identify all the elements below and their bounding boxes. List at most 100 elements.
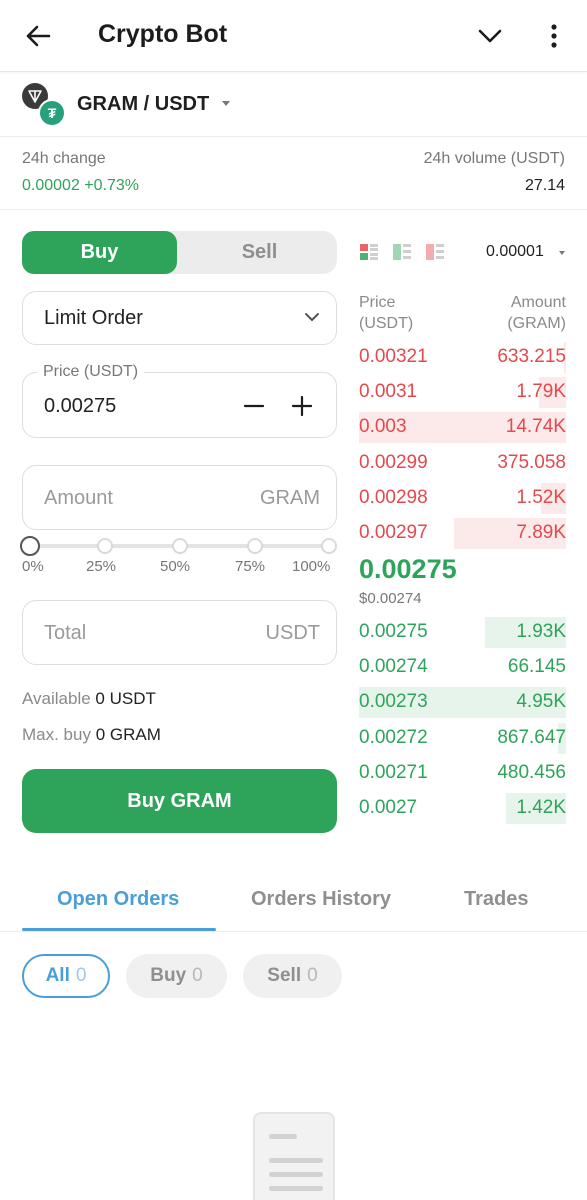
ask-price: 0.00297 (359, 522, 428, 543)
amount-header-line1: Amount (510, 294, 566, 311)
ask-price: 0.00298 (359, 486, 428, 508)
decrement-icon[interactable] (239, 391, 269, 421)
available-value: 0 USDT (95, 689, 156, 708)
price-field[interactable]: Price (USDT) 0.00275 (22, 363, 337, 438)
bid-amount: 867.647 (497, 726, 566, 748)
filter-sell-count: 0 (307, 965, 318, 986)
bid-row[interactable]: 0.00273 4.95K (359, 687, 566, 719)
last-price: 0.00275 (359, 554, 457, 584)
orderbook-price-header: Price (USDT) (359, 292, 413, 334)
buy-gram-button[interactable]: Buy GRAM (22, 769, 337, 833)
slider-label-50: 50% (160, 558, 191, 575)
volume-label: 24h volume (USDT) (423, 150, 565, 167)
available-balance: Available 0 USDT (22, 689, 156, 709)
filter-buy-count: 0 (192, 965, 203, 986)
price-label: Price (USDT) (37, 363, 145, 381)
filter-all-label: All (45, 965, 70, 986)
bid-row[interactable]: 0.00271 480.456 (359, 758, 566, 789)
usdt-coin-icon: ₮ (38, 99, 66, 127)
total-field[interactable]: Total USDT (22, 600, 337, 665)
back-arrow-icon[interactable] (20, 18, 56, 54)
total-unit: USDT (265, 622, 320, 644)
orderbook-asks-icon[interactable] (425, 242, 445, 262)
bid-amount: 66.145 (507, 656, 566, 678)
ask-row[interactable]: 0.003 14.74K (359, 412, 566, 444)
bid-row[interactable]: 0.00275 1.93K (359, 617, 566, 648)
price-header-line1: Price (359, 294, 396, 311)
tab-trades[interactable]: Trades (464, 888, 528, 911)
ask-price: 0.00299 (359, 451, 428, 473)
caret-down-icon (559, 251, 565, 255)
bid-price: 0.00275 (359, 621, 428, 642)
bid-row[interactable]: 0.00272 867.647 (359, 722, 566, 754)
orderbook-amount-header: Amount (GRAM) (507, 292, 566, 334)
filter-sell[interactable]: Sell 0 (243, 954, 342, 998)
maxbuy-value: 0 GRAM (95, 725, 161, 744)
caret-down-icon (222, 101, 230, 106)
filter-buy-label: Buy (150, 965, 187, 986)
bid-amount: 4.95K (516, 691, 566, 713)
buy-tab[interactable]: Buy (22, 231, 177, 274)
bid-price: 0.00273 (359, 691, 428, 713)
orderbook-bids-icon[interactable] (392, 242, 412, 262)
amount-field[interactable]: Amount GRAM (22, 465, 337, 530)
amount-slider[interactable]: 0% 25% 50% 75% 100% (20, 534, 337, 578)
bid-amount: 1.93K (516, 621, 566, 642)
pair-selector[interactable]: ₮ GRAM / USDT (0, 73, 587, 137)
tab-open-orders[interactable]: Open Orders (57, 888, 179, 911)
price-value[interactable]: 0.00275 (44, 395, 116, 418)
tab-orders-history[interactable]: Orders History (251, 888, 391, 911)
slider-step-50[interactable] (172, 538, 188, 554)
ask-price: 0.003 (359, 416, 407, 438)
ask-row[interactable]: 0.00298 1.52K (359, 482, 566, 514)
empty-orders-document-icon (253, 1112, 335, 1200)
slider-label-25: 25% (86, 558, 117, 575)
slider-step-75[interactable] (247, 538, 263, 554)
ask-row[interactable]: 0.00321 633.215 (359, 342, 566, 373)
slider-step-100[interactable] (321, 538, 337, 554)
ask-amount: 633.215 (497, 346, 566, 367)
bid-price: 0.00274 (359, 656, 428, 678)
filter-buy[interactable]: Buy 0 (126, 954, 227, 998)
precision-select[interactable]: 0.00001 (486, 243, 544, 261)
max-buy: Max. buy 0 GRAM (22, 725, 161, 745)
ask-row[interactable]: 0.00297 7.89K (359, 518, 566, 549)
chevron-down-icon[interactable] (474, 20, 506, 52)
bid-price: 0.00272 (359, 726, 428, 748)
total-placeholder: Total (44, 622, 87, 644)
pair-name: GRAM / USDT (77, 93, 210, 115)
chevron-down-icon (304, 309, 320, 327)
ask-row[interactable]: 0.00299 375.058 (359, 448, 566, 479)
ask-amount: 375.058 (497, 451, 566, 473)
orderbook-both-icon[interactable] (359, 242, 379, 262)
buy-sell-toggle: Buy Sell (22, 231, 337, 274)
more-options-icon[interactable] (540, 18, 568, 54)
amount-placeholder: Amount (44, 487, 113, 509)
bid-row[interactable]: 0.00274 66.145 (359, 652, 566, 683)
filter-all[interactable]: All 0 (22, 954, 110, 998)
slider-handle[interactable] (20, 536, 40, 556)
orders-tabs: Open Orders Orders History Trades (0, 870, 587, 932)
ask-row[interactable]: 0.0031 1.79K (359, 377, 566, 409)
bid-price: 0.0027 (359, 797, 418, 818)
bid-price: 0.00271 (359, 761, 428, 783)
increment-icon[interactable] (287, 391, 317, 421)
filter-all-count: 0 (75, 965, 87, 986)
amount-unit: GRAM (260, 487, 320, 509)
change-value: 0.00002 +0.73% (22, 177, 139, 194)
slider-step-25[interactable] (97, 538, 113, 554)
ask-price: 0.0031 (359, 381, 418, 403)
slider-label-0: 0% (22, 558, 44, 575)
app-title: Crypto Bot (98, 20, 228, 48)
bid-amount: 1.42K (516, 797, 566, 818)
order-type-value: Limit Order (44, 307, 143, 329)
price-header-line2: (USDT) (359, 315, 414, 332)
ask-amount: 1.79K (516, 381, 566, 403)
sell-tab[interactable]: Sell (182, 231, 337, 274)
volume-value: 27.14 (524, 177, 565, 194)
top-app-bar: Crypto Bot (0, 0, 587, 72)
maxbuy-label: Max. buy (22, 725, 91, 744)
order-type-select[interactable]: Limit Order (22, 291, 337, 345)
ask-amount: 1.52K (516, 486, 566, 508)
bid-row[interactable]: 0.0027 1.42K (359, 793, 566, 824)
